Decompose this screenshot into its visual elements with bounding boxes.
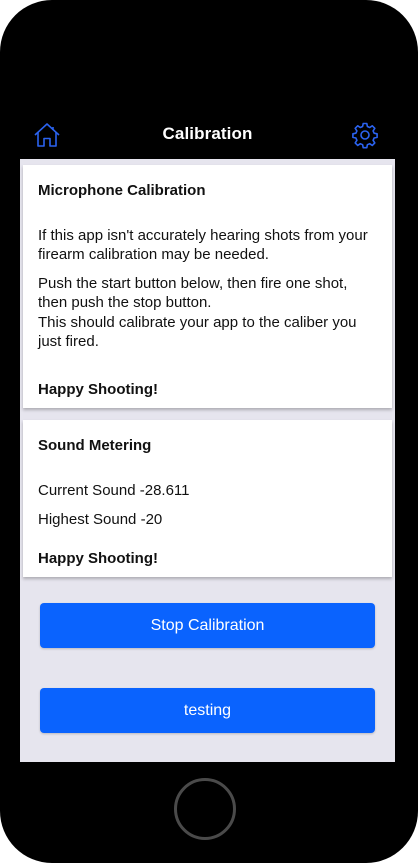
calibration-note-text: This should calibrate your app to the ca… bbox=[38, 314, 357, 350]
navigation-bar: Calibration bbox=[20, 95, 395, 159]
calibration-intro-text: If this app isn't accurately hearing sho… bbox=[38, 227, 368, 263]
card-footer: Happy Shooting! bbox=[38, 550, 158, 567]
card-title: Sound Metering bbox=[38, 437, 152, 454]
highest-sound-value: Highest Sound -20 bbox=[38, 511, 163, 528]
gear-icon[interactable] bbox=[351, 121, 379, 149]
testing-button[interactable]: testing bbox=[40, 688, 375, 733]
sound-metering-card: Sound Metering Current Sound -28.611 Hig… bbox=[23, 420, 392, 577]
stop-calibration-button[interactable]: Stop Calibration bbox=[40, 603, 375, 648]
app-screen: Calibration Microphone Calibration If th… bbox=[20, 95, 395, 762]
device-home-button[interactable] bbox=[174, 778, 236, 840]
phone-frame: Calibration Microphone Calibration If th… bbox=[0, 0, 418, 863]
page-title: Calibration bbox=[162, 124, 253, 143]
current-sound-value: Current Sound -28.611 bbox=[38, 482, 190, 499]
card-footer: Happy Shooting! bbox=[38, 381, 158, 398]
card-title: Microphone Calibration bbox=[38, 182, 206, 199]
calibration-instructions-text: Push the start button below, then fire o… bbox=[38, 275, 348, 311]
microphone-calibration-card: Microphone Calibration If this app isn't… bbox=[23, 165, 392, 408]
